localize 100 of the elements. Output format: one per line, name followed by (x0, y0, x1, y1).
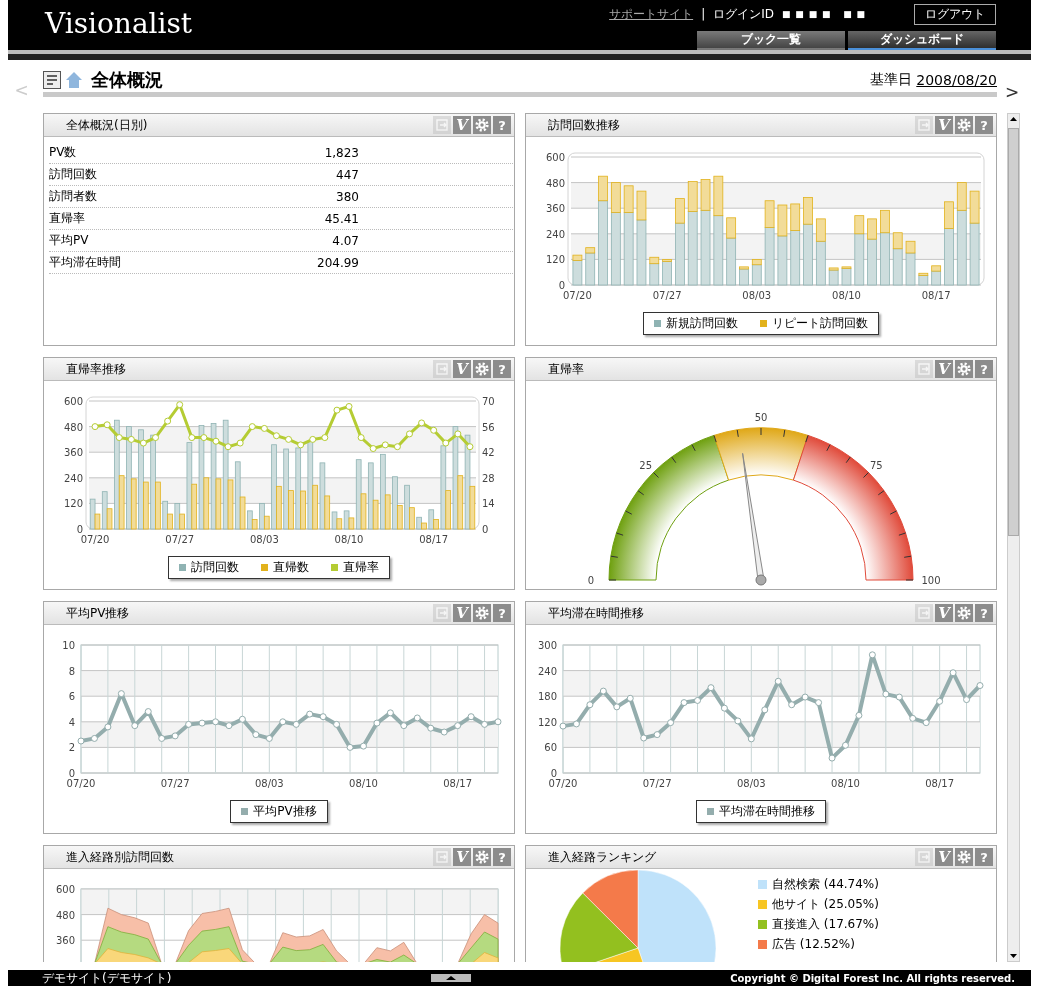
help-button[interactable]: ? (975, 360, 993, 378)
brand-button[interactable]: V (453, 604, 471, 622)
brand-button[interactable]: V (453, 116, 471, 134)
help-button[interactable]: ? (493, 116, 511, 134)
axis-label: 42 (482, 447, 495, 459)
axis-label: 120 (545, 254, 565, 266)
axis-label: 240 (537, 665, 557, 677)
axis-label: 180 (537, 691, 557, 703)
gauge-label: 100 (921, 575, 941, 586)
axis-label: 0 (550, 768, 557, 779)
axis-label: 480 (545, 177, 565, 189)
help-button[interactable]: ? (975, 116, 993, 134)
axis-label: 0 (76, 524, 83, 535)
legend-label: 訪問回数 (191, 559, 239, 576)
legend-label: 他サイト (25.05%) (772, 896, 879, 913)
site-name: デモサイト(デモサイト) (42, 969, 172, 986)
axis-label: 6 (68, 691, 75, 703)
date-link[interactable]: 2008/08/20 (916, 72, 997, 88)
brand-button[interactable]: V (453, 360, 471, 378)
metric-value: 45.41 (323, 211, 359, 226)
panel-title: 平均PV推移 (66, 604, 130, 622)
axis-label: 120 (63, 498, 83, 510)
axis-label: 56 (482, 421, 495, 433)
next-arrow[interactable]: > (997, 82, 1027, 102)
page-title: 全体概況 (91, 68, 163, 92)
date-label: 基準日 (870, 71, 913, 89)
axis-label: 08/10 (832, 290, 861, 301)
separator: | (701, 7, 706, 21)
metric-value: 204.99 (316, 255, 359, 270)
axis-label: 0 (68, 768, 75, 779)
metric-label: 平均PV (49, 232, 90, 249)
axis-label: 08/17 (921, 290, 951, 301)
axis-label: 08/10 (334, 534, 364, 545)
axis-label: 07/20 (80, 534, 110, 545)
logo: Visionalist (43, 6, 193, 42)
panel-title: 直帰率推移 (66, 360, 126, 378)
help-button[interactable]: ? (975, 848, 993, 866)
gauge-label: 50 (754, 412, 768, 423)
axis-label: 300 (537, 640, 557, 651)
axis-label: 60 (544, 742, 557, 754)
login-label: ログインID (713, 5, 774, 23)
nav-tab[interactable]: ダッシュボード (848, 31, 996, 50)
panel-title: 訪問回数推移 (548, 116, 620, 134)
brand-button[interactable]: V (935, 848, 953, 866)
axis-label: 8 (68, 665, 75, 677)
axis-label: 10 (62, 640, 75, 651)
axis-label: 08/03 (742, 290, 772, 301)
help-button[interactable]: ? (493, 360, 511, 378)
help-button[interactable]: ? (975, 604, 993, 622)
axis-label: 07/27 (165, 534, 195, 545)
axis-label: 07/20 (548, 778, 578, 789)
help-button[interactable]: ? (493, 604, 511, 622)
metric-label: 訪問回数 (49, 166, 98, 183)
copyright: Copyright © Digital Forest Inc. All rights reserved. (730, 972, 1015, 984)
axis-label: 70 (482, 396, 495, 407)
axis-label: 07/27 (642, 778, 672, 789)
help-button[interactable]: ? (493, 848, 511, 866)
axis-label: 08/10 (831, 778, 860, 789)
brand-button[interactable]: V (935, 360, 953, 378)
axis-label: 360 (63, 447, 83, 459)
metric-label: 直帰率 (49, 210, 86, 227)
gauge-label: 0 (587, 575, 595, 586)
brand-button[interactable]: V (453, 848, 471, 866)
brand-button[interactable]: V (935, 116, 953, 134)
legend-label: 平均PV推移 (253, 803, 317, 820)
legend-label: 直帰数 (273, 559, 309, 576)
masked-login-id: ■ ■ ■ ■ ■ ■ (781, 9, 866, 19)
legend-label: 直接進入 (17.67%) (772, 916, 879, 933)
axis-label: 08/17 (443, 778, 473, 789)
axis-label: 600 (545, 152, 565, 163)
metric-value: 380 (335, 189, 359, 204)
brand-button[interactable]: V (935, 604, 953, 622)
legend-label: 直帰率 (343, 559, 379, 576)
support-link[interactable]: サポートサイト (609, 5, 694, 23)
axis-label: 600 (55, 884, 75, 895)
axis-label: 360 (545, 203, 565, 215)
panel-title: 全体概況(日別) (66, 116, 148, 134)
metric-value: 4.07 (331, 233, 359, 248)
axis-label: 480 (55, 909, 75, 921)
panel-title: 進入経路別訪問回数 (66, 848, 174, 866)
axis-label: 120 (537, 716, 557, 728)
nav-tab[interactable]: ブック一覧 (697, 31, 845, 50)
axis-label: 08/03 (249, 534, 279, 545)
axis-label: 28 (482, 472, 495, 484)
metric-label: PV数 (49, 144, 78, 161)
axis-label: 08/17 (925, 778, 955, 789)
panel-title: 平均滞在時間推移 (548, 604, 644, 622)
axis-label: 14 (482, 498, 495, 510)
axis-label: 08/03 (736, 778, 766, 789)
metric-label: 平均滞在時間 (49, 254, 122, 271)
panel-title: 直帰率 (548, 360, 584, 378)
axis-label: 4 (68, 716, 75, 728)
legend-label: 広告 (12.52%) (772, 936, 855, 953)
axis-label: 480 (63, 421, 83, 433)
legend-label: 平均滞在時間推移 (719, 803, 815, 820)
metric-label: 訪問者数 (49, 188, 98, 205)
gauge-label: 25 (639, 459, 653, 471)
gauge-label: 75 (869, 459, 883, 471)
logout-button[interactable]: ログアウト (914, 3, 996, 25)
axis-label: 0 (482, 524, 489, 535)
